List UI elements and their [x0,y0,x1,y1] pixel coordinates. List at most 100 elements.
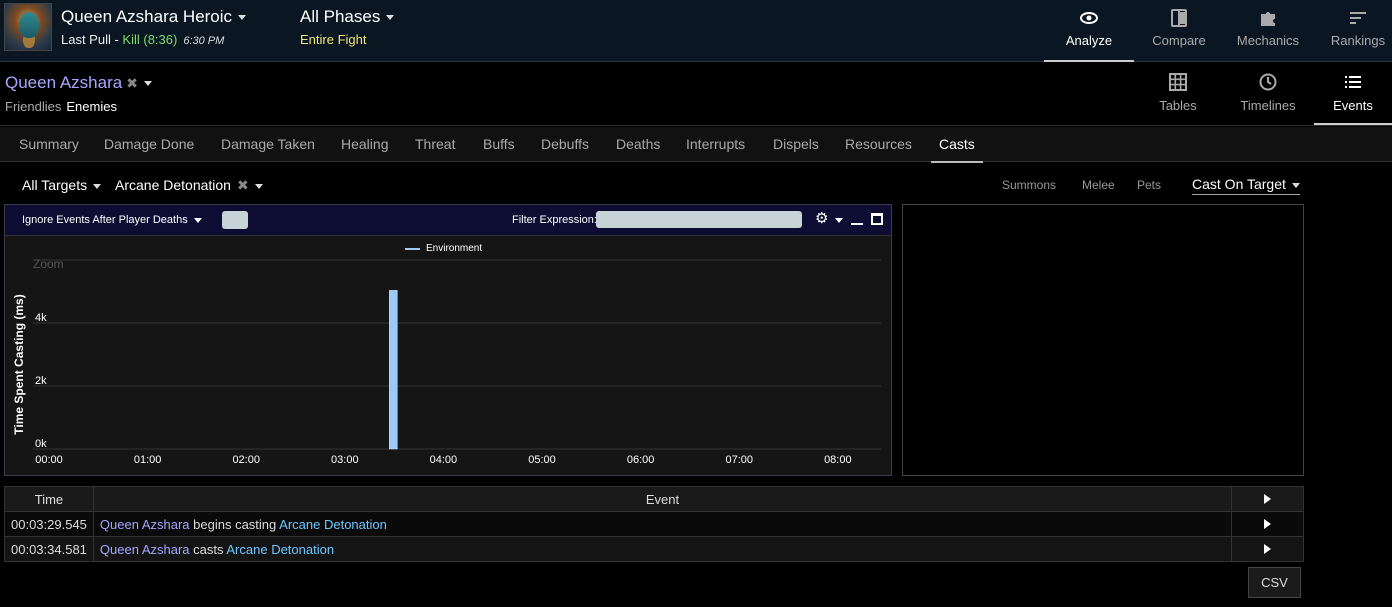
ability-link[interactable]: Arcane Detonation [279,517,387,532]
chevron-down-icon [386,15,395,21]
actor-selector[interactable]: Queen Azshara ✖ [5,73,152,93]
play-arrow-icon [1264,493,1271,504]
x-tick-label: 04:00 [430,454,458,466]
cast-time-chart[interactable]: 0k 2k 4k 00:00 01:00 02:00 03:00 04:00 05:00 06:0… [5,236,891,475]
x-tick-label: 02:00 [232,454,260,466]
tab-healing[interactable]: Healing [341,136,388,152]
ability-dropdown[interactable]: Arcane Detonation ✖ [115,177,263,194]
view-tables[interactable]: Tables [1139,63,1217,125]
nav-compare-label: Compare [1152,33,1206,48]
gear-icon[interactable]: ⚙ [815,209,828,227]
nav-compare[interactable]: Compare [1134,0,1224,62]
tab-summary[interactable]: Summary [19,136,79,152]
chevron-down-icon[interactable] [835,218,843,223]
ignore-deaths-label: Ignore Events After Player Deaths [22,214,188,226]
tab-deaths[interactable]: Deaths [616,136,660,152]
expand-row-button[interactable] [1231,536,1304,562]
tab-casts[interactable]: Casts [931,136,983,163]
summons-toggle[interactable]: Summons [1002,178,1056,192]
ability-label: Arcane Detonation [115,177,231,193]
column-header-time[interactable]: Time [4,486,94,512]
legend-label: Environment [426,243,482,254]
tab-resources[interactable]: Resources [845,136,912,152]
view-events-label: Events [1333,98,1373,113]
x-tick-label: 01:00 [134,454,162,466]
expand-all-button[interactable] [1231,486,1304,512]
hostility-filter: Friendlies Enemies [5,99,117,114]
nav-analyze[interactable]: Analyze [1044,0,1134,62]
grid-icon [1169,73,1187,91]
event-description: Queen Azshara begins casting Arcane Deto… [92,511,1233,537]
remove-actor-icon[interactable]: ✖ [126,75,138,91]
chevron-down-icon [193,217,202,223]
maximize-icon[interactable] [871,213,883,225]
phase-subtitle: Entire Fight [300,32,367,47]
top-header: Queen Azshara Heroic Last Pull - Kill (8… [0,0,1392,62]
chevron-down-icon [143,81,152,87]
play-arrow-icon [1264,543,1271,554]
expand-row-button[interactable] [1231,511,1304,537]
tab-damage-done[interactable]: Damage Done [104,136,194,152]
table-row[interactable]: 00:03:34.581 Queen Azshara casts Arcane … [4,536,1304,562]
tab-damage-taken[interactable]: Damage Taken [221,136,315,152]
details-panel [902,204,1304,476]
ability-link[interactable]: Arcane Detonation [226,542,334,557]
ignore-deaths-toggle[interactable] [222,211,248,229]
targets-dropdown[interactable]: All Targets [22,177,102,193]
view-timelines[interactable]: Timelines [1229,63,1307,125]
nav-mechanics[interactable]: Mechanics [1223,0,1313,62]
y-axis-label: Time Spent Casting (ms) [12,294,26,434]
chart-panel: Ignore Events After Player Deaths Filter… [4,204,892,476]
phase-selector[interactable]: All Phases [300,7,395,27]
clock-icon [1259,73,1277,91]
x-tick-label: 07:00 [725,454,753,466]
y-tick-label: 4k [35,312,47,324]
enemies-toggle[interactable]: Enemies [66,99,117,114]
melee-toggle[interactable]: Melee [1082,178,1115,192]
source-link[interactable]: Queen Azshara [100,542,190,557]
compare-icon [1171,9,1187,27]
nav-mechanics-label: Mechanics [1236,33,1300,48]
csv-export-button[interactable]: CSV [1248,567,1301,598]
ignore-deaths-dropdown[interactable]: Ignore Events After Player Deaths [22,214,202,226]
filter-expression-input[interactable] [596,211,802,228]
zoom-label: Zoom [33,257,64,271]
cast-mode-dropdown[interactable]: Cast On Target [1192,176,1300,195]
tab-buffs[interactable]: Buffs [483,136,515,152]
chevron-down-icon [254,183,263,189]
x-tick-label: 05:00 [528,454,556,466]
last-pull-info: Last Pull - Kill (8:36) 6:30 PM [61,32,224,47]
chart-toolbar: Ignore Events After Player Deaths Filter… [5,205,891,236]
table-row[interactable]: 00:03:29.545 Queen Azshara begins castin… [4,511,1304,537]
view-timelines-label: Timelines [1240,98,1296,113]
encounter-title: Queen Azshara Heroic [61,7,233,26]
x-tick-label: 08:00 [824,454,852,466]
nav-rankings[interactable]: Rankings [1313,0,1392,62]
column-header-event[interactable]: Event [92,486,1233,512]
last-pull-label: Last Pull - [61,32,123,47]
view-events[interactable]: Events [1314,63,1392,125]
rankings-icon [1350,12,1366,24]
tab-threat[interactable]: Threat [415,136,455,152]
event-time: 00:03:29.545 [4,511,94,537]
tab-interrupts[interactable]: Interrupts [686,136,745,152]
tab-debuffs[interactable]: Debuffs [541,136,589,152]
event-time: 00:03:34.581 [4,536,94,562]
encounter-selector[interactable]: Queen Azshara Heroic [61,7,247,27]
friendlies-toggle[interactable]: Friendlies [5,99,61,114]
targets-label: All Targets [22,177,88,193]
view-tables-label: Tables [1159,98,1197,113]
chevron-down-icon [93,183,102,189]
source-link[interactable]: Queen Azshara [100,517,190,532]
pets-toggle[interactable]: Pets [1137,178,1161,192]
tab-dispels[interactable]: Dispels [773,136,819,152]
x-tick-label: 06:00 [627,454,655,466]
actor-name: Queen Azshara [5,73,123,92]
event-description: Queen Azshara casts Arcane Detonation [92,536,1233,562]
remove-ability-icon[interactable]: ✖ [237,177,249,193]
event-action: casts [189,541,227,557]
filter-expression-label: Filter Expression: [512,214,597,226]
minimize-icon[interactable] [851,223,863,225]
x-tick-label: 03:00 [331,454,359,466]
list-icon [1345,76,1361,88]
